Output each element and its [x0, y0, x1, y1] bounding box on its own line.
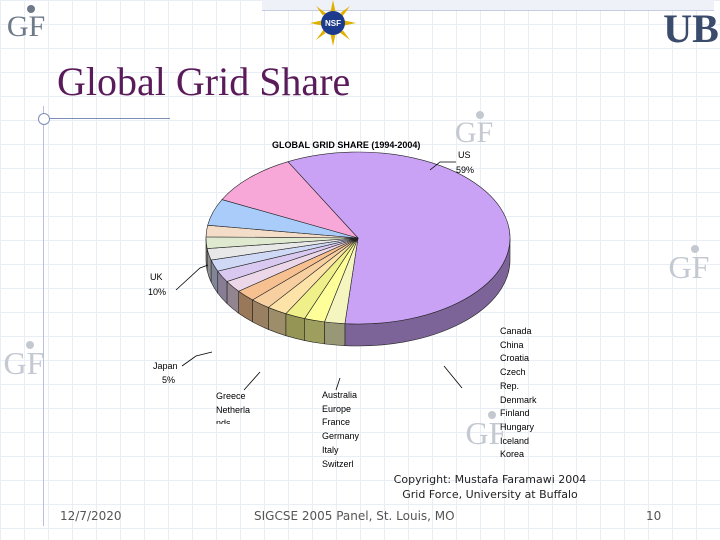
us-value-label: 59% — [456, 165, 475, 175]
country-label: France — [322, 417, 351, 428]
country-label: Denmark — [500, 394, 537, 405]
country-label: Switzerl — [322, 458, 354, 469]
country-label: Croatia — [500, 353, 530, 364]
footer-page-number: 10 — [646, 509, 662, 523]
copyright-notice: Copyright: Mustafa Faramawi 2004 Grid Fo… — [380, 472, 600, 502]
pie-top — [205, 151, 511, 325]
country-label: Netherla — [216, 404, 251, 415]
uk-value-label: 10% — [148, 287, 167, 297]
country-label: Iceland — [500, 435, 530, 446]
japan-leader-line — [181, 351, 213, 367]
footer-date: 12/7/2020 — [60, 509, 122, 523]
country-label: nds — [216, 418, 231, 424]
country-label: China — [500, 339, 524, 350]
uk-leader-line — [175, 264, 209, 291]
other-labels-col1: Greece Netherla nds — [216, 390, 276, 424]
country-label: Finland — [500, 408, 530, 419]
other-country-slice-side — [324, 321, 346, 346]
copyright-line-2: Grid Force, University at Buffalo — [402, 488, 578, 501]
country-label: Canada — [500, 326, 532, 336]
country-label: Australia — [322, 390, 358, 400]
europe-leader-line-1 — [243, 371, 261, 391]
country-label: Czech — [500, 367, 526, 378]
country-label: Hungary — [500, 421, 535, 432]
footer-center-text: SIGCSE 2005 Panel, St. Louis, MO — [254, 509, 455, 523]
us-label: US — [458, 150, 471, 160]
other-labels-col3: Canada China Croatia Czech Rep. Denmark … — [500, 325, 560, 463]
country-label: Rep. — [500, 380, 520, 391]
japan-value-label: 5% — [162, 375, 176, 385]
country-label: Korea — [500, 449, 525, 460]
country-label: Europe — [322, 403, 352, 414]
country-label: Greece — [216, 391, 246, 401]
other-country-slice-side — [304, 318, 325, 345]
asia-leader-line — [443, 365, 463, 389]
copyright-line-1: Copyright: Mustafa Faramawi 2004 — [393, 473, 587, 486]
uk-label: UK — [150, 272, 163, 282]
japan-label: Japan — [153, 361, 178, 371]
other-labels-col2: Australia Europe France Germany Italy Sw… — [322, 389, 382, 469]
country-label: Germany — [322, 431, 360, 442]
country-label: Italy — [322, 444, 339, 455]
